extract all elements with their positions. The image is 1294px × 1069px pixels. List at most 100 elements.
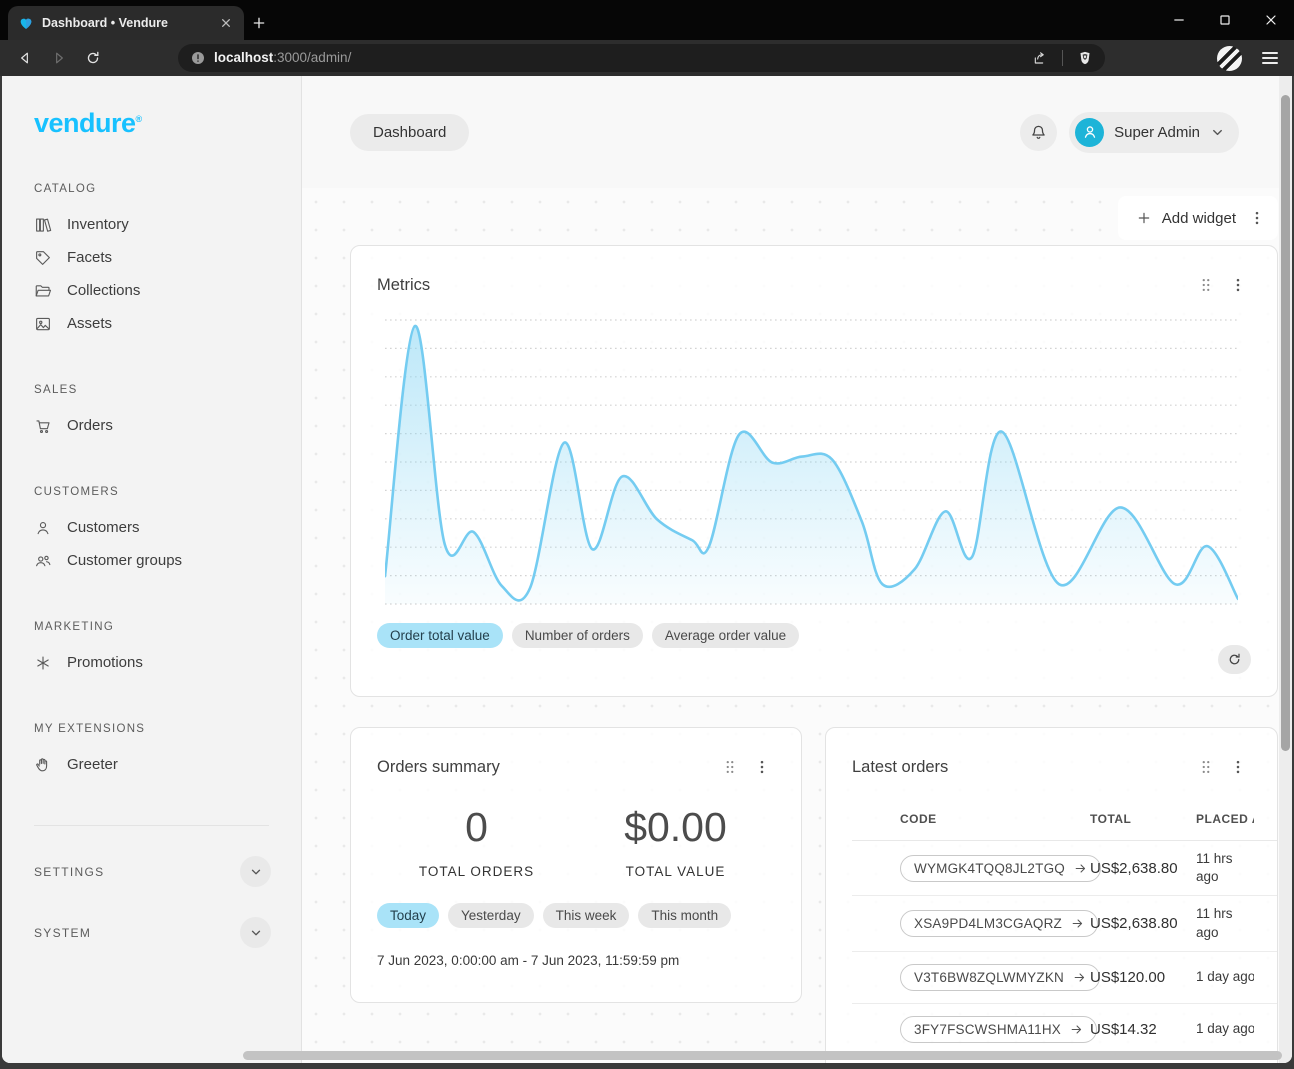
order-code-link[interactable]: WYMGK4TQQ8JL2TGQ (900, 855, 1101, 882)
widget-bar-kebab-button[interactable] (1244, 205, 1270, 231)
asterisk-icon (34, 654, 52, 672)
vertical-scrollbar-thumb[interactable] (1281, 95, 1290, 751)
widget-title: Latest orders (852, 758, 948, 777)
order-total: US$14.32 (1090, 1021, 1196, 1038)
minimize-button[interactable] (1156, 0, 1202, 40)
table-row: WYMGK4TQQ8JL2TGQ US$2,638.80 11 hrs ago (852, 841, 1277, 896)
vertical-scrollbar[interactable] (1279, 76, 1292, 1063)
sidebar-item-label: Assets (67, 315, 112, 332)
sidebar-item-collections[interactable]: Collections (34, 274, 301, 307)
sidebar-item-facets[interactable]: Facets (34, 241, 301, 274)
widget-kebab-button[interactable] (749, 754, 775, 780)
browser-toolbar: localhost:3000/admin/ (0, 40, 1294, 76)
metric-chip[interactable]: Average order value (652, 623, 799, 648)
stat-label: TOTAL VALUE (576, 864, 775, 879)
table-row: XSA9PD4LM3CGAQRZ US$2,638.80 11 hrs ago (852, 896, 1277, 951)
arrow-right-icon (1071, 917, 1084, 930)
browser-window: Dashboard • Vendure (0, 0, 1294, 1069)
order-placed-at: 11 hrs ago (1196, 850, 1254, 886)
sidebar-item-inventory[interactable]: Inventory (34, 208, 301, 241)
widget-kebab-button[interactable] (1225, 754, 1251, 780)
brave-shield-icon[interactable] (1077, 50, 1093, 66)
share-icon[interactable] (1032, 50, 1048, 66)
sidebar-nav: CATALOG Inventory F (34, 183, 301, 781)
nav-section-title: CUSTOMERS (34, 486, 301, 498)
order-total: US$2,638.80 (1090, 915, 1196, 932)
add-widget-button[interactable]: Add widget (1124, 210, 1244, 227)
order-code: WYMGK4TQQ8JL2TGQ (914, 861, 1065, 876)
user-menu-button[interactable]: Super Admin (1069, 112, 1239, 153)
widget-title: Orders summary (377, 758, 500, 777)
sidebar-item-greeter[interactable]: Greeter (34, 748, 301, 781)
nav-section: CUSTOMERS Customers (34, 486, 301, 577)
person-icon (1080, 122, 1100, 142)
expand-section-button[interactable] (240, 856, 271, 887)
column-header: CODE (900, 812, 1090, 826)
sidebar-item-orders[interactable]: Orders (34, 409, 301, 442)
site-info-icon[interactable] (190, 50, 206, 66)
browser-tab[interactable]: Dashboard • Vendure (8, 6, 244, 40)
browser-profile-avatar[interactable] (1217, 46, 1242, 71)
kebab-menu-icon (1229, 758, 1247, 776)
order-code: 3FY7FSCWSHMA11HX (914, 1022, 1061, 1037)
sidebar-item-customers[interactable]: Customers (34, 511, 301, 544)
reload-button[interactable] (78, 43, 108, 73)
drag-handle-icon[interactable] (1193, 272, 1219, 298)
maximize-button[interactable] (1202, 0, 1248, 40)
date-filter-chip[interactable]: Yesterday (448, 903, 534, 928)
horizontal-scrollbar-thumb[interactable] (243, 1051, 1282, 1060)
dashboard-content: Add widget Metrics (302, 188, 1279, 1063)
order-code-link[interactable]: XSA9PD4LM3CGAQRZ (900, 910, 1098, 937)
widget-kebab-button[interactable] (1225, 272, 1251, 298)
sidebar-item-promotions[interactable]: Promotions (34, 646, 301, 679)
nav-section-title: CATALOG (34, 183, 301, 195)
notifications-button[interactable] (1020, 114, 1057, 151)
breadcrumb-dashboard-button[interactable]: Dashboard (350, 114, 469, 151)
metric-chip[interactable]: Number of orders (512, 623, 643, 648)
url-bar[interactable]: localhost:3000/admin/ (178, 44, 1105, 72)
users-icon (34, 552, 52, 570)
sidebar-item-customer-groups[interactable]: Customer groups (34, 544, 301, 577)
browser-titlebar: Dashboard • Vendure (0, 0, 1294, 40)
date-filter-chip[interactable]: Today (377, 903, 439, 928)
order-code-link[interactable]: 3FY7FSCWSHMA11HX (900, 1016, 1097, 1043)
nav-section: MARKETING Promotions (34, 621, 301, 679)
browser-menu-icon[interactable] (1258, 46, 1282, 70)
metrics-legend: Order total value Number of orders Avera… (377, 623, 1251, 648)
kebab-menu-icon (1229, 276, 1247, 294)
summary-stat: $0.00 TOTAL VALUE (576, 804, 775, 879)
stat-value: $0.00 (576, 804, 775, 851)
nav-section: SALES Orders (34, 384, 301, 442)
tab-close-icon[interactable] (218, 15, 234, 31)
refresh-button[interactable] (1218, 645, 1251, 674)
folder-icon (34, 282, 52, 300)
order-code: V3T6BW8ZQLWMYZKN (914, 970, 1064, 985)
sidebar-item-label: Collections (67, 282, 140, 299)
order-total: US$120.00 (1090, 969, 1196, 986)
drag-handle-icon[interactable] (717, 754, 743, 780)
date-filter-chip[interactable]: This month (638, 903, 731, 928)
order-placed-at: 11 hrs ago (1196, 905, 1254, 941)
bell-icon (1029, 123, 1048, 142)
nav-section: MY EXTENSIONS Greeter (34, 723, 301, 781)
user-avatar (1075, 118, 1104, 147)
drag-handle-icon[interactable] (1193, 754, 1219, 780)
new-tab-button[interactable] (244, 6, 274, 40)
expand-section-button[interactable] (240, 917, 271, 948)
order-code-link[interactable]: V3T6BW8ZQLWMYZKN (900, 964, 1100, 991)
sidebar: vendure® CATALOG Inventory (2, 76, 302, 1063)
image-icon (34, 315, 52, 333)
sidebar-item-label: Customer groups (67, 552, 182, 569)
nav-section-title: SETTINGS (34, 865, 104, 879)
close-window-button[interactable] (1248, 0, 1294, 40)
latest-orders-widget: Latest orders CODETOTALP (825, 727, 1278, 1063)
order-code: XSA9PD4LM3CGAQRZ (914, 916, 1062, 931)
date-filter-chip[interactable]: This week (543, 903, 630, 928)
sidebar-collapsed-section: SETTINGS (34, 856, 271, 887)
metrics-chart (385, 316, 1238, 610)
metric-chip[interactable]: Order total value (377, 623, 503, 648)
chevron-down-icon (1210, 125, 1225, 140)
back-button[interactable] (10, 43, 40, 73)
forward-button[interactable] (44, 43, 74, 73)
sidebar-item-assets[interactable]: Assets (34, 307, 301, 340)
